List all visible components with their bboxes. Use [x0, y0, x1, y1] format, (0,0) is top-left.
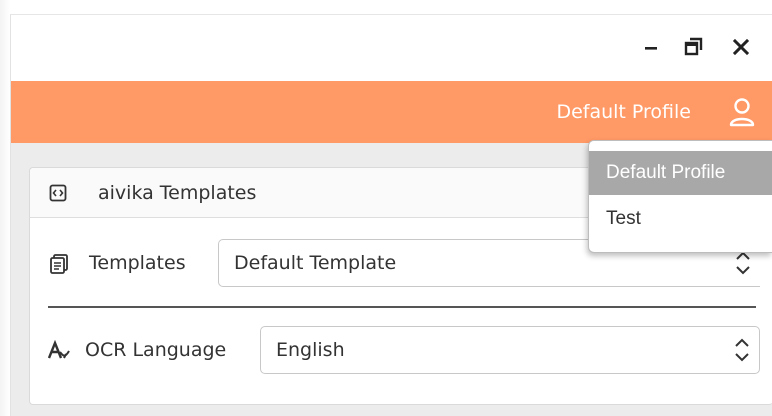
- close-icon: [732, 38, 750, 56]
- dropdown-padding: [589, 141, 772, 151]
- dropdown-item-test[interactable]: Test: [589, 197, 772, 241]
- dropdown-item-default-profile[interactable]: Default Profile: [589, 151, 772, 195]
- chevron-updown-icon: [736, 251, 750, 275]
- profile-header-bar: Default Profile: [11, 81, 772, 143]
- minimize-icon: [645, 47, 657, 50]
- template-file-icon: [49, 184, 67, 202]
- minimize-button[interactable]: [631, 27, 671, 67]
- current-profile-label[interactable]: Default Profile: [556, 81, 691, 143]
- documents-icon: [50, 254, 68, 274]
- ocr-language-select-value: English: [276, 339, 345, 361]
- maximize-icon: [684, 37, 703, 56]
- templates-select-value: Default Template: [234, 252, 397, 274]
- ocr-language-row: OCR Language English: [30, 326, 772, 374]
- profile-button[interactable]: [723, 93, 761, 131]
- card-title: aivika Templates: [98, 182, 257, 204]
- restore-button[interactable]: [673, 27, 713, 67]
- window-shadow: [0, 0, 10, 416]
- title-bar: [11, 15, 772, 81]
- section-divider: [48, 306, 756, 308]
- close-button[interactable]: [721, 27, 761, 67]
- ocr-language-select[interactable]: English: [260, 326, 760, 374]
- user-icon: [729, 98, 755, 127]
- templates-label: Templates: [89, 252, 186, 274]
- profile-dropdown-menu: Default Profile Test: [588, 140, 772, 253]
- ocr-language-label: OCR Language: [85, 339, 227, 361]
- text-font-icon: [48, 340, 70, 359]
- chevron-updown-icon: [735, 338, 749, 362]
